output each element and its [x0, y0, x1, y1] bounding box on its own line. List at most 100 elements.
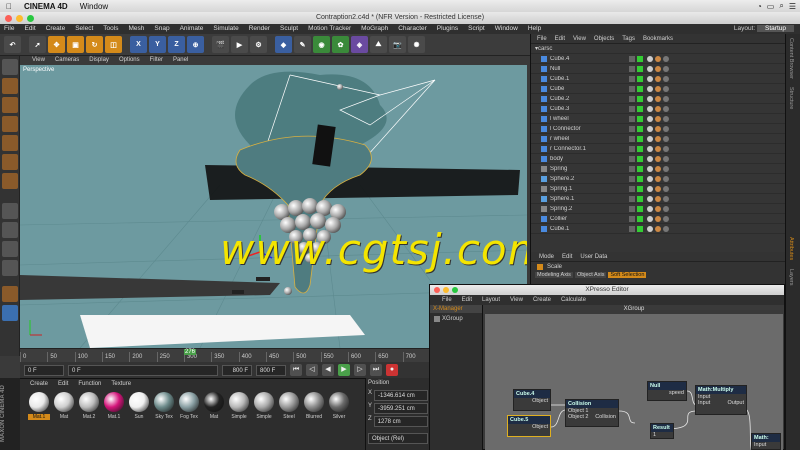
mat-menu-edit[interactable]: Edit	[58, 381, 68, 387]
vp-menu-view[interactable]: View	[32, 56, 45, 65]
x-field[interactable]: -1346.614 cm	[374, 390, 428, 401]
mat-menu-texture[interactable]: Texture	[111, 381, 131, 387]
end-frame-field[interactable]: 800 F	[222, 364, 252, 376]
tab-structure[interactable]: Structure	[786, 83, 796, 113]
snap-icon[interactable]	[2, 241, 18, 257]
subdivision-icon[interactable]: ◉	[313, 36, 330, 53]
tab-object-axis[interactable]: Object Axis	[574, 272, 607, 278]
layout-selector[interactable]: Layout: Startup	[734, 24, 794, 34]
node-port[interactable]: Output	[727, 400, 744, 406]
coord-system-icon[interactable]: ⊕	[187, 36, 204, 53]
object-row[interactable]: Spring.1	[531, 184, 785, 194]
layout-value[interactable]: Startup	[757, 25, 794, 32]
visibility-flags[interactable]	[629, 125, 643, 132]
object-row[interactable]: Null	[531, 64, 785, 74]
menu-plugins[interactable]: Plugins	[437, 24, 458, 34]
node-port[interactable]: Object	[516, 398, 548, 404]
layers-icon[interactable]	[2, 305, 18, 321]
x-menu-edit[interactable]: Edit	[462, 295, 472, 305]
menu-simulate[interactable]: Simulate	[213, 24, 238, 34]
object-tags[interactable]	[647, 95, 669, 102]
vp-menu-display[interactable]: Display	[89, 56, 109, 65]
zoom-window-icon[interactable]	[27, 15, 34, 22]
node-port[interactable]: Object	[510, 424, 548, 430]
node-cube5[interactable]: Cube.5 Object	[507, 415, 551, 437]
select-arrow-icon[interactable]: ➚	[29, 36, 46, 53]
visibility-flags[interactable]	[629, 215, 643, 222]
app-menu[interactable]: CINEMA 4D	[24, 2, 68, 11]
visibility-flags[interactable]	[629, 165, 643, 172]
obj-menu-bookmarks[interactable]: Bookmarks	[643, 34, 673, 43]
visibility-flags[interactable]	[629, 85, 643, 92]
x-menu-file[interactable]: File	[442, 295, 452, 305]
node-port[interactable]: speed	[650, 390, 684, 396]
menu-motion-tracker[interactable]: Motion Tracker	[308, 24, 351, 34]
object-row[interactable]: l Connector	[531, 124, 785, 134]
close-window-icon[interactable]	[434, 287, 440, 293]
menu-edit[interactable]: Edit	[24, 24, 35, 34]
z-axis-icon[interactable]: Z	[168, 36, 185, 53]
material-swatch[interactable]: Fog Tex	[178, 392, 200, 420]
obj-menu-objects[interactable]: Objects	[594, 34, 614, 43]
object-row[interactable]: l wheel	[531, 114, 785, 124]
visibility-flags[interactable]	[629, 65, 643, 72]
object-tags[interactable]	[647, 225, 669, 232]
render-picture-icon[interactable]: ▶	[231, 36, 248, 53]
y-field[interactable]: -3959.251 cm	[374, 403, 428, 414]
obj-menu-view[interactable]: View	[573, 34, 586, 43]
menu-help[interactable]: Help	[528, 24, 541, 34]
object-row[interactable]: Cube.4	[531, 54, 785, 64]
prev-key-icon[interactable]: ◁	[306, 364, 318, 376]
object-root-row[interactable]: ▾ carsc	[531, 44, 785, 54]
tab-soft-selection[interactable]: Soft Selection	[608, 272, 647, 278]
object-row[interactable]: Spring.2	[531, 204, 785, 214]
node-math[interactable]: Math: Input	[751, 433, 781, 450]
mat-menu-function[interactable]: Function	[78, 381, 101, 387]
recent-tool-icon[interactable]: ◫	[105, 36, 122, 53]
node-cube4[interactable]: Cube.4 Object	[513, 389, 551, 411]
attr-menu-userdata[interactable]: User Data	[580, 252, 607, 261]
node-math-multiply[interactable]: Math:Multiply Input Input Output	[695, 385, 747, 415]
menu-tools[interactable]: Tools	[103, 24, 118, 34]
object-tags[interactable]	[647, 125, 669, 132]
menu-window[interactable]: Window	[495, 24, 518, 34]
object-row[interactable]: r wheel	[531, 134, 785, 144]
object-row[interactable]: Collier	[531, 214, 785, 224]
menu-animate[interactable]: Animate	[180, 24, 204, 34]
mat-menu-create[interactable]: Create	[30, 381, 48, 387]
x-menu-calculate[interactable]: Calculate	[561, 295, 586, 305]
lock-icon[interactable]	[2, 260, 18, 276]
node-port[interactable]: Object 2	[568, 414, 588, 420]
material-swatch[interactable]: Sky Tex	[153, 392, 175, 420]
vp-menu-cameras[interactable]: Cameras	[55, 56, 79, 65]
y-axis-icon[interactable]: Y	[149, 36, 166, 53]
object-tags[interactable]	[647, 65, 669, 72]
menu-create[interactable]: Create	[46, 24, 66, 34]
camera-icon[interactable]: 📷	[389, 36, 406, 53]
light-icon[interactable]: ✺	[408, 36, 425, 53]
edges-mode-icon[interactable]	[2, 154, 18, 170]
object-tags[interactable]	[647, 115, 669, 122]
menu-render[interactable]: Render	[249, 24, 270, 34]
battery-icon[interactable]: ▭	[767, 2, 775, 11]
max-frame-field[interactable]: 800 F	[256, 364, 286, 376]
visibility-flags[interactable]	[629, 145, 643, 152]
material-swatch[interactable]: Mat.2	[78, 392, 100, 420]
visibility-flags[interactable]	[629, 55, 643, 62]
vp-menu-panel[interactable]: Panel	[173, 56, 188, 65]
object-tags[interactable]	[647, 85, 669, 92]
menu-file[interactable]: File	[4, 24, 14, 34]
material-swatch[interactable]: Simple	[228, 392, 250, 420]
visibility-flags[interactable]	[629, 185, 643, 192]
next-frame-icon[interactable]: ▷	[354, 364, 366, 376]
object-tags[interactable]	[647, 185, 669, 192]
xgroup-canvas[interactable]: XGroup Cube.4 Object Cube.5 Object Colli…	[485, 305, 783, 450]
tab-attributes[interactable]: Attributes	[786, 233, 796, 264]
zoom-window-icon[interactable]	[452, 287, 458, 293]
material-swatch[interactable]: Simple	[253, 392, 275, 420]
current-frame-marker[interactable]: 276	[184, 349, 197, 355]
object-row[interactable]: Cube.3	[531, 104, 785, 114]
goto-start-icon[interactable]: ⏮	[290, 364, 302, 376]
object-tags[interactable]	[647, 165, 669, 172]
node-port[interactable]: 1	[653, 432, 671, 438]
